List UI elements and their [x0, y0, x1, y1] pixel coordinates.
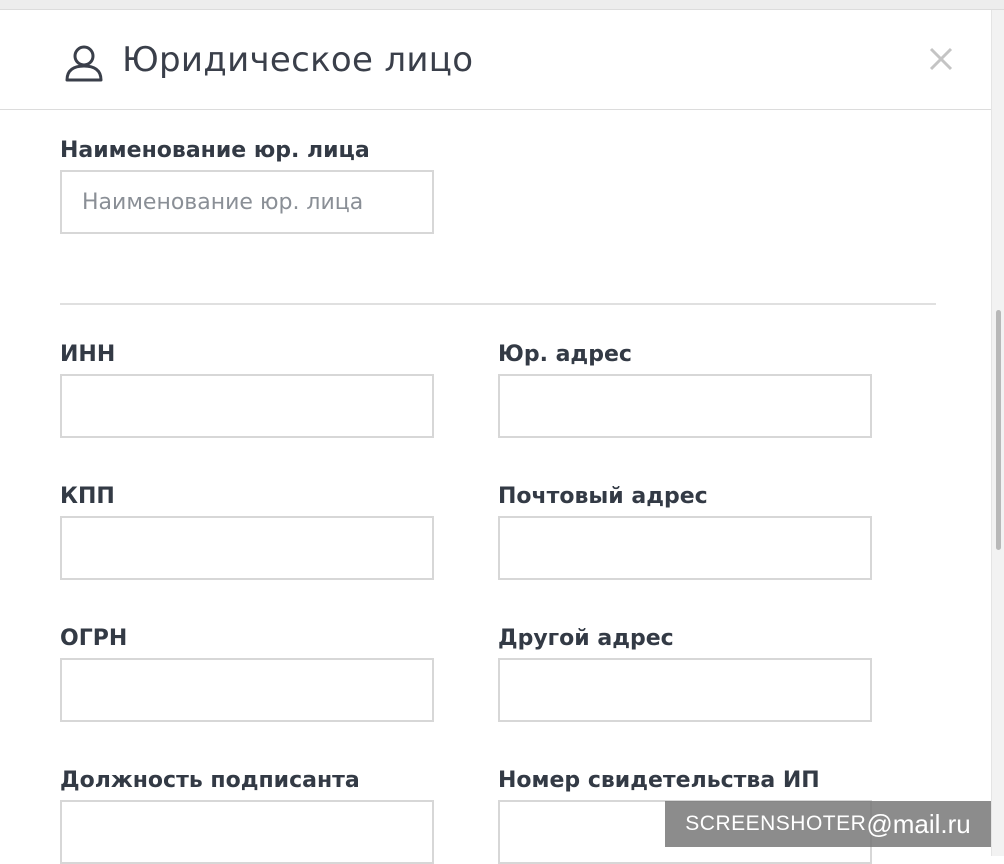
- kpp-input[interactable]: [60, 516, 434, 580]
- postal-address-input[interactable]: [498, 516, 872, 580]
- dialog-header: Юридическое лицо: [0, 10, 992, 110]
- ogrn-label: ОГРН: [60, 626, 128, 651]
- other-address-label: Другой адрес: [498, 626, 674, 651]
- kpp-label: КПП: [60, 484, 115, 509]
- ip-certificate-label: Номер свидетельства ИП: [498, 768, 820, 793]
- legal-address-input[interactable]: [498, 374, 872, 438]
- user-icon: [65, 45, 103, 82]
- inn-input[interactable]: [60, 374, 434, 438]
- other-address-input[interactable]: [498, 658, 872, 722]
- company-name-label: Наименование юр. лица: [60, 138, 370, 163]
- postal-address-label: Почтовый адрес: [498, 484, 708, 509]
- legal-address-label: Юр. адрес: [498, 342, 632, 367]
- screenshot-watermark: SCREENSHOTER @mail.ru: [665, 801, 991, 847]
- dialog-title: Юридическое лицо: [122, 40, 474, 80]
- scrollbar-thumb[interactable]: [996, 310, 1001, 550]
- inn-label: ИНН: [60, 342, 116, 367]
- watermark-domain: @mail.ru: [866, 808, 971, 839]
- signatory-position-input[interactable]: [60, 800, 434, 864]
- company-name-input[interactable]: [60, 170, 434, 234]
- signatory-position-label: Должность подписанта: [60, 768, 360, 793]
- close-icon[interactable]: [926, 44, 956, 74]
- window-top-strip: [0, 0, 1004, 10]
- watermark-text: SCREENSHOTER: [685, 812, 867, 835]
- section-divider: [60, 303, 936, 305]
- scrollbar[interactable]: [991, 10, 1004, 856]
- ogrn-input[interactable]: [60, 658, 434, 722]
